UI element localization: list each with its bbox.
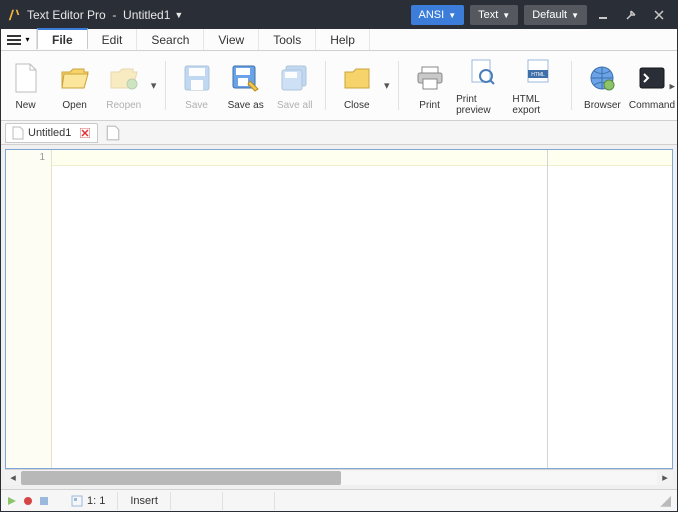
save-as-icon [230,62,262,94]
macro-stop-icon[interactable] [39,496,49,506]
line-number-gutter: 1 [6,150,52,468]
app-name-label: Text Editor Pro [27,8,106,22]
tab-tools[interactable]: Tools [259,29,316,50]
folder-close-icon [341,62,373,94]
close-button[interactable] [647,5,671,25]
html-export-icon: HTML [522,56,554,88]
tab-edit[interactable]: Edit [88,29,138,50]
chevron-down-icon: ▼ [571,11,579,20]
print-preview-button[interactable]: Print preview [456,55,508,117]
document-tab-strip: Untitled1 [1,121,677,145]
cursor-position-cell[interactable]: 1: 1 [59,492,118,510]
cursor-position: 1: 1 [87,495,105,507]
save-as-button[interactable]: Save as [223,55,268,117]
line-number: 1 [6,152,45,163]
new-button[interactable]: New [3,55,48,117]
mode-dropdown[interactable]: Text ▼ [470,5,518,25]
status-bar: 1: 1 Insert ◢ [1,489,677,511]
ribbon-scroll-right[interactable]: ▸ [669,79,675,92]
doc-name-label: Untitled1 [123,8,170,22]
macro-record-icon[interactable] [23,496,33,506]
terminal-icon [636,62,668,94]
folder-reopen-icon [108,62,140,94]
chevron-down-icon: ▼ [502,11,510,20]
horizontal-scrollbar[interactable]: ◂ ▸ [5,469,673,485]
tab-search[interactable]: Search [137,29,204,50]
maximize-button[interactable] [619,5,643,25]
scroll-thumb[interactable] [21,471,341,485]
open-button[interactable]: Open [52,55,97,117]
globe-icon [586,62,618,94]
title-dropdown-icon: ▼ [174,10,183,20]
close-dropdown[interactable]: ▾ [381,55,392,116]
scroll-left-button[interactable]: ◂ [5,471,21,485]
print-preview-icon [466,56,498,88]
scroll-right-button[interactable]: ▸ [657,471,673,485]
insert-mode-cell[interactable]: Insert [118,492,171,510]
editor-container: 1 ◂ ▸ [1,145,677,489]
title-bar: Text Editor Pro - Untitled1 ▼ ANSI ▼ Tex… [1,1,677,29]
resize-grip[interactable]: ◢ [660,492,671,509]
chevron-down-icon: ▾ [25,35,29,44]
print-button[interactable]: Print [407,55,452,117]
html-export-button[interactable]: HTML HTML export [512,55,563,117]
reopen-dropdown[interactable]: ▾ [148,55,159,116]
document-tab-label: Untitled1 [28,127,71,139]
hamburger-icon [7,35,21,45]
document-tab[interactable]: Untitled1 [5,123,98,143]
new-tab-button[interactable] [106,125,120,141]
save-icon [181,62,213,94]
window-title[interactable]: Text Editor Pro - Untitled1 ▼ [27,8,183,22]
chevron-down-icon: ▼ [448,11,456,20]
printer-icon [414,62,446,94]
theme-dropdown[interactable]: Default ▼ [524,5,587,25]
svg-text:HTML: HTML [531,72,545,78]
app-icon [7,8,21,22]
encoding-dropdown[interactable]: ANSI ▼ [411,5,465,25]
app-window: Text Editor Pro - Untitled1 ▼ ANSI ▼ Tex… [0,0,678,512]
tab-close-button[interactable] [79,127,91,139]
right-margin-guide [547,150,548,468]
command-button[interactable]: Command [629,55,675,117]
status-spacer-1 [171,492,223,510]
save-all-button[interactable]: Save all [272,55,317,117]
browser-button[interactable]: Browser [580,55,625,117]
cursor-position-icon [71,495,83,507]
minimize-button[interactable] [591,5,615,25]
macro-play-icon[interactable] [7,496,17,506]
text-editor[interactable]: 1 [5,149,673,469]
insert-mode-label: Insert [130,495,158,507]
text-area[interactable] [52,150,672,468]
main-menu-button[interactable]: ▾ [1,29,37,50]
close-button-ribbon[interactable]: Close [334,55,379,117]
reopen-button[interactable]: Reopen [101,55,146,117]
save-all-icon [279,62,311,94]
tab-help[interactable]: Help [316,29,370,50]
folder-open-icon [59,62,91,94]
document-icon [12,126,24,140]
ribbon-toolbar: New Open Reopen ▾ Save Save as [1,51,677,121]
tab-file[interactable]: File [37,28,88,49]
tab-view[interactable]: View [204,29,259,50]
scroll-track[interactable] [21,471,657,485]
new-file-icon [10,62,42,94]
close-icon [80,128,90,138]
status-spacer-2 [223,492,275,510]
save-button[interactable]: Save [174,55,219,117]
menu-tab-strip: ▾ File Edit Search View Tools Help [1,29,677,51]
